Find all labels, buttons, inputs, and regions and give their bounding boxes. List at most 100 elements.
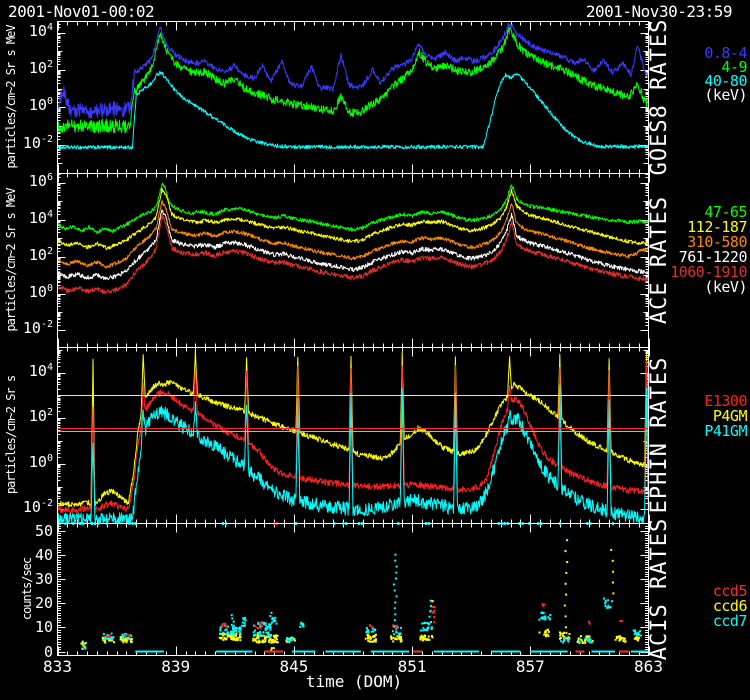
series-1060-1910-kev [58, 213, 649, 294]
scatter-dot-ccd7 [262, 631, 264, 633]
scatter-dot-ccd6 [373, 639, 375, 641]
scatter-dot-ccd6 [396, 635, 398, 637]
zero-level-dash-ccd7 [216, 651, 252, 653]
scatter-dot-ccd7 [257, 632, 259, 634]
scatter-dot-ccd5 [541, 603, 543, 605]
scatter-dot-ccd6 [368, 638, 370, 640]
scatter-dot-ccd7 [568, 641, 570, 643]
scatter-dot-ccd7 [579, 638, 581, 640]
scatter-dot-ccd7 [428, 623, 430, 625]
scatter-dot-ccd6 [271, 647, 273, 649]
scatter-dot-ccd6 [268, 639, 270, 641]
scatter-dot-ccd6 [565, 583, 567, 585]
scatter-dot-ccd7 [605, 605, 607, 607]
scatter-dot-ccd7 [549, 618, 551, 620]
scatter-dot-ccd7 [589, 639, 591, 641]
scatter-dot-ccd6 [252, 638, 254, 640]
scatter-dot-ccd6 [565, 632, 567, 634]
scatter-dot-ccd7 [429, 610, 431, 612]
scatter-dot-ccd5 [433, 616, 435, 618]
scatter-dot-ccd7 [429, 616, 431, 618]
scatter-dot-ccd7 [372, 628, 374, 630]
panel-title-ace: ACE RATES [646, 160, 674, 360]
scatter-dot-ccd6 [232, 639, 234, 641]
scatter-dot-ccd5 [125, 634, 127, 636]
scatter-dot-ccd6 [84, 643, 86, 645]
scatter-dot-ccd6 [256, 637, 258, 639]
scatter-dot-ccd7 [234, 628, 236, 630]
scatter-dot-ccd7 [371, 631, 373, 633]
scatter-dot-ccd7 [430, 605, 432, 607]
scatter-dot-ccd6 [585, 635, 587, 637]
scatter-dot-ccd6 [239, 639, 241, 641]
scatter-dot-ccd6 [392, 637, 394, 639]
panel-ephin-rates [58, 348, 650, 524]
scatter-dot-ccd7 [568, 638, 570, 640]
scatter-dot-ccd7 [122, 637, 124, 639]
x-minor-ticks [68, 348, 640, 524]
scatter-dot-ccd7 [290, 638, 292, 640]
scatter-dot-ccd7 [227, 632, 229, 634]
scatter-dot-ccd7 [394, 590, 396, 592]
scatter-dot-ccd7 [639, 630, 641, 632]
zero-level-dash-ccd7 [591, 651, 615, 653]
scatter-dot-ccd7 [611, 600, 613, 602]
scatter-dot-ccd6 [421, 636, 423, 638]
scatter-dot-ccd6 [240, 636, 242, 638]
scatter-dot-ccd7 [393, 584, 395, 586]
x-major-ticks [59, 22, 650, 174]
legend-item-ccd7: ccd7 [713, 612, 747, 630]
scatter-dot-ccd7 [233, 625, 235, 627]
scatter-dot-ccd7 [263, 623, 265, 625]
scatter-dot-ccd7 [292, 639, 294, 641]
panel-frame [58, 22, 649, 174]
scatter-dot-ccd7 [603, 598, 605, 600]
scatter-dot-ccd6 [236, 638, 238, 640]
x-minor-ticks [68, 174, 640, 348]
scatter-dot-ccd6 [392, 640, 394, 642]
scatter-dot-ccd6 [419, 639, 421, 641]
scatter-dot-ccd6 [126, 641, 128, 643]
scatter-dot-ccd7 [430, 600, 432, 602]
scatter-dot-ccd5 [588, 621, 590, 623]
zero-level-dash-ccd7 [135, 651, 164, 653]
legend-item-p41gm: P41GM [704, 422, 747, 440]
scatter-dot-ccd7 [394, 554, 396, 556]
scatter-dot-ccd6 [223, 637, 225, 639]
plot-canvas [0, 0, 750, 700]
x-minor-ticks [68, 524, 640, 656]
scatter-dot-ccd7 [242, 622, 244, 624]
scatter-dot-ccd7 [269, 615, 271, 617]
scatter-dot-ccd5 [434, 606, 436, 608]
scatter-dot-ccd6 [624, 641, 626, 643]
scatter-dot-ccd7 [424, 629, 426, 631]
x-tick-label: 833 [28, 657, 88, 676]
scatter-dot-ccd7 [270, 612, 272, 614]
scatter-dot-ccd7 [425, 622, 427, 624]
scatter-dot-ccd7 [634, 631, 636, 633]
scatter-dot-ccd6 [539, 632, 541, 634]
scatter-dot-ccd5 [127, 633, 129, 635]
panel-goes8-rates [58, 22, 650, 174]
scatter-dot-ccd7 [113, 636, 115, 638]
scatter-dot-ccd7 [270, 635, 272, 637]
scatter-dot-ccd7 [393, 633, 395, 635]
scatter-dot-ccd6 [274, 641, 276, 643]
legend-item-kev: (keV) [704, 86, 747, 104]
scatter-dot-ccd7 [431, 626, 433, 628]
zero-level-dash-ccd5 [264, 651, 283, 653]
scatter-dot-ccd6 [113, 641, 115, 643]
scatter-dot-ccd6 [276, 641, 278, 643]
scatter-dot-ccd7 [108, 638, 110, 640]
scatter-dot-ccd5 [110, 634, 112, 636]
scatter-dot-ccd7 [233, 621, 235, 623]
scatter-dot-ccd7 [589, 641, 591, 643]
scatter-dot-ccd7 [224, 629, 226, 631]
scatter-dot-ccd7 [544, 619, 546, 621]
scatter-dot-ccd7 [394, 613, 396, 615]
series-112-187-kev [58, 188, 649, 250]
scatter-dot-ccd6 [564, 605, 566, 607]
scatter-dot-ccd7 [541, 616, 543, 618]
scatter-dot-ccd6 [422, 638, 424, 640]
scatter-dot-ccd6 [566, 539, 568, 541]
